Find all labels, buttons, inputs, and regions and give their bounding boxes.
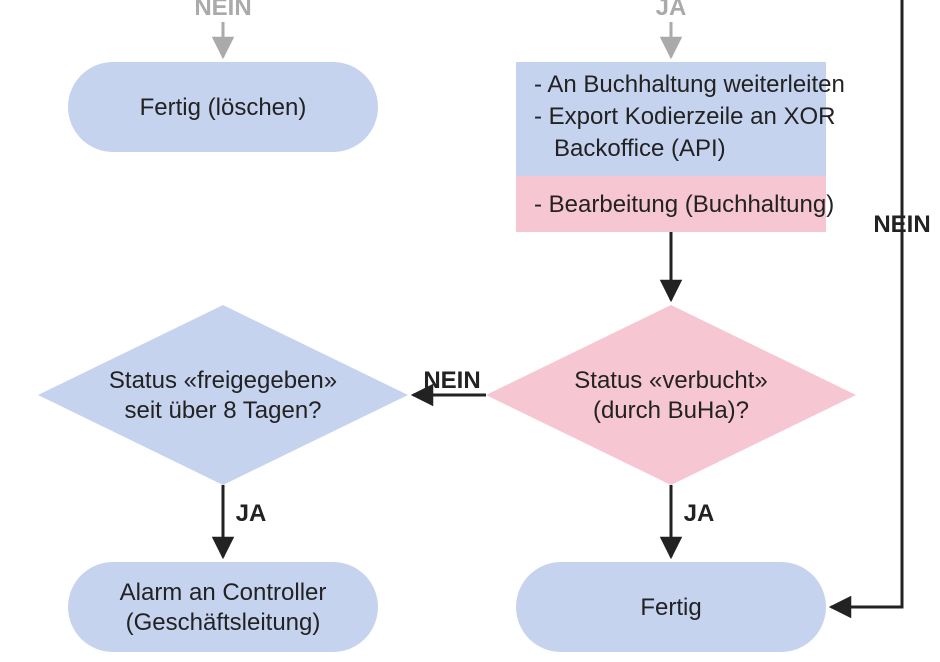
terminal-alarm-controller — [68, 562, 378, 652]
process-line-2: - Export Kodierzeile an XOR — [534, 103, 835, 130]
terminal-right-text: Fertig — [640, 594, 701, 621]
label-ja-left: JA — [236, 500, 267, 527]
diamond-right-l1: Status «verbucht» — [574, 367, 767, 394]
label-nein-top: NEIN — [194, 0, 251, 21]
diamond-status-freigegeben — [38, 305, 408, 485]
label-ja-top: JA — [656, 0, 687, 21]
diamond-left-l2: seit über 8 Tagen? — [124, 397, 321, 424]
diamond-left-l1: Status «freigegeben» — [109, 367, 337, 394]
terminal-fertig-loeschen-text: Fertig (löschen) — [140, 94, 307, 121]
process-pink-line: - Bearbeitung (Buchhaltung) — [534, 191, 834, 218]
process-line-3: Backoffice (API) — [534, 135, 726, 162]
label-nein-right: NEIN — [873, 211, 930, 238]
flowchart-diagram: NEIN JA Fertig (löschen) - An Buchhaltun… — [0, 0, 940, 662]
label-nein-middle: NEIN — [423, 367, 480, 394]
process-line-1: - An Buchhaltung weiterleiten — [534, 71, 845, 98]
terminal-left-l2: (Geschäftsleitung) — [126, 609, 321, 636]
diamond-right-l2: (durch BuHa)? — [593, 397, 749, 424]
terminal-left-l1: Alarm an Controller — [120, 579, 327, 606]
diamond-status-verbucht — [486, 305, 856, 485]
label-ja-right: JA — [684, 500, 715, 527]
